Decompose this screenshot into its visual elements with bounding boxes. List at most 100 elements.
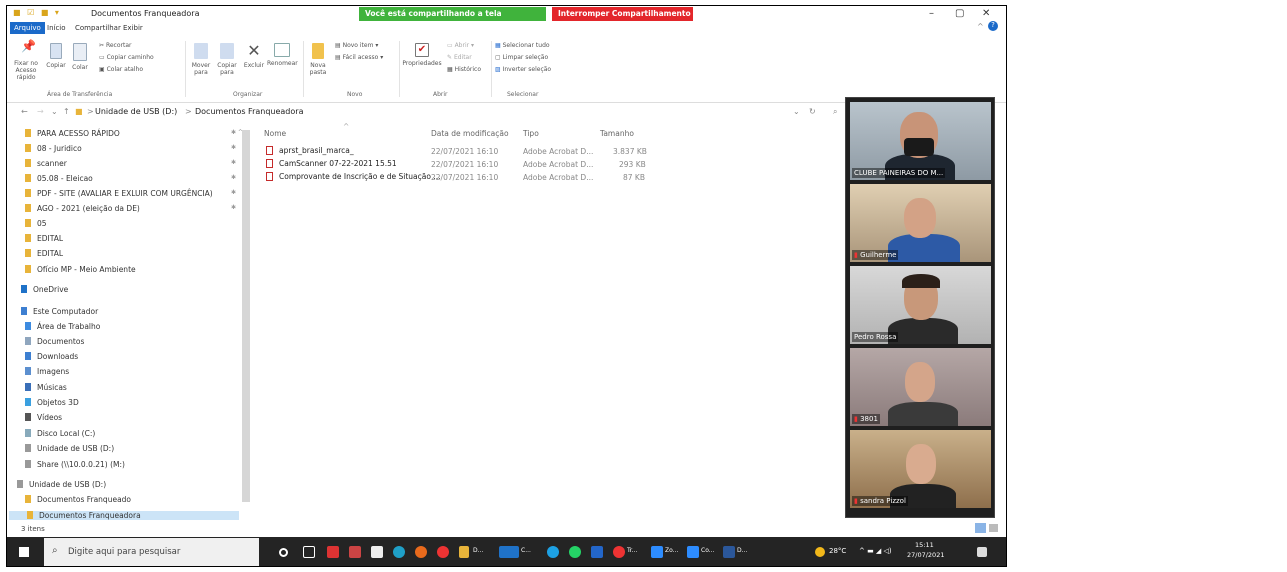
- new-folder-button[interactable]: Nova pasta: [307, 43, 329, 76]
- windows-start-icon[interactable]: [19, 547, 29, 557]
- easy-access-button[interactable]: ▤ Fácil acesso ▾: [335, 54, 383, 61]
- taskbar-app-label[interactable]: C...: [521, 547, 531, 554]
- breadcrumb-drive[interactable]: Unidade de USB (D:): [95, 107, 177, 116]
- edit-button[interactable]: ✎ Editar: [447, 54, 472, 61]
- copy-button[interactable]: Copiar: [45, 43, 67, 69]
- nav-item[interactable]: Documentos Franqueadora: [9, 511, 239, 520]
- nav-item[interactable]: Downloads: [25, 352, 78, 361]
- nav-item[interactable]: Share (\\10.0.0.21) (M:): [25, 460, 125, 469]
- nav-item[interactable]: PARA ACESSO RÁPIDO: [25, 129, 120, 138]
- delete-button[interactable]: ✕ Excluir: [243, 43, 265, 70]
- nav-item[interactable]: 05.08 - Eleicao: [25, 174, 93, 183]
- video-tile[interactable]: Pedro Rossa: [850, 266, 991, 344]
- refresh-icon[interactable]: ↻: [809, 107, 816, 116]
- nav-item[interactable]: 05: [25, 219, 47, 228]
- file-row[interactable]: Comprovante de Inscrição e de Situação .…: [266, 172, 440, 181]
- app-icon-office[interactable]: [349, 546, 361, 558]
- taskbar-search-box[interactable]: ⌕ Digite aqui para pesquisar: [44, 538, 259, 566]
- chrome-icon[interactable]: [437, 546, 449, 558]
- whatsapp-icon[interactable]: [569, 546, 581, 558]
- pin-icon[interactable]: ✱: [231, 159, 236, 166]
- close-button[interactable]: ✕: [982, 8, 990, 19]
- new-item-button[interactable]: ▤ Novo item ▾: [335, 42, 378, 49]
- select-all-button[interactable]: ▦ Selecionar tudo: [495, 42, 550, 49]
- paste-button[interactable]: Colar: [69, 43, 91, 71]
- nav-item[interactable]: scanner: [25, 159, 67, 168]
- clock-date[interactable]: 27/07/2021: [907, 551, 944, 559]
- taskbar-app-label[interactable]: D...: [737, 547, 747, 554]
- breadcrumb-folder[interactable]: Documentos Franqueadora: [195, 107, 303, 116]
- nav-item[interactable]: Músicas: [25, 383, 67, 392]
- nav-item[interactable]: Unidade de USB (D:): [25, 444, 114, 453]
- pin-icon[interactable]: ✱: [231, 174, 236, 181]
- details-view-icon[interactable]: [975, 523, 986, 533]
- back-arrow-icon[interactable]: ←: [21, 107, 28, 116]
- collapse-ribbon-icon[interactable]: ^: [977, 22, 984, 31]
- nav-item[interactable]: Este Computador: [21, 307, 98, 316]
- history-button[interactable]: ▦ Histórico: [447, 66, 481, 73]
- taskbar-app-label[interactable]: Zo...: [665, 547, 678, 554]
- nav-item[interactable]: OneDrive: [21, 285, 68, 294]
- app-icon-blue[interactable]: [591, 546, 603, 558]
- nav-item[interactable]: Imagens: [25, 367, 69, 376]
- column-size[interactable]: Tamanho: [600, 129, 634, 138]
- outlook-icon[interactable]: [499, 546, 519, 558]
- nav-item[interactable]: Documentos Franqueado: [25, 495, 131, 504]
- video-tile[interactable]: ▮ Guilherme: [850, 184, 991, 262]
- properties-button[interactable]: ✔ Propriedades: [401, 43, 443, 67]
- nav-item[interactable]: 08 - Juridico: [25, 144, 82, 153]
- store-icon[interactable]: [371, 546, 383, 558]
- up-arrow-icon[interactable]: ↑: [63, 107, 70, 116]
- file-explorer-icon[interactable]: [459, 546, 469, 558]
- weather-temperature[interactable]: 28°C: [829, 547, 846, 555]
- nav-item[interactable]: Documentos: [25, 337, 84, 346]
- clock-time[interactable]: 15:11: [915, 541, 934, 549]
- tab-compartilhar[interactable]: Compartilhar: [71, 22, 125, 34]
- nav-item[interactable]: Área de Trabalho: [25, 322, 100, 331]
- skype-icon[interactable]: [547, 546, 559, 558]
- cut-button[interactable]: ✂ Recortar: [99, 42, 131, 49]
- select-none-button[interactable]: ▢ Limpar seleção: [495, 54, 548, 61]
- nav-item[interactable]: Disco Local (C:): [25, 429, 95, 438]
- pin-icon[interactable]: ✱: [231, 189, 236, 196]
- nav-item[interactable]: Vídeos: [25, 413, 62, 422]
- nav-item[interactable]: EDITAL: [25, 234, 63, 243]
- forward-arrow-icon[interactable]: →: [37, 107, 44, 116]
- stop-sharing-button[interactable]: Interromper Compartilhamento: [552, 7, 693, 21]
- nav-item[interactable]: EDITAL: [25, 249, 63, 258]
- taskbar-app-label[interactable]: Co...: [701, 547, 714, 554]
- recent-chevron-icon[interactable]: ⌄: [51, 107, 58, 116]
- file-row[interactable]: aprst_brasil_marca_: [266, 146, 354, 155]
- firefox-icon[interactable]: [415, 546, 427, 558]
- tab-arquivo[interactable]: Arquivo: [10, 22, 45, 34]
- nav-item[interactable]: PDF - SITE (AVALIAR E EXLUIR COM URGÊNCI…: [25, 189, 213, 198]
- pin-quick-access-button[interactable]: 📌 Fixar no Acesso rápido: [11, 40, 41, 81]
- tab-inicio[interactable]: Início: [43, 22, 70, 34]
- column-type[interactable]: Tipo: [523, 129, 539, 138]
- paste-shortcut-button[interactable]: ▣ Colar atalho: [99, 66, 143, 73]
- app-icon-red[interactable]: [327, 546, 339, 558]
- rename-button[interactable]: Renomear: [267, 43, 298, 67]
- task-view-icon[interactable]: [303, 546, 315, 558]
- chrome-icon[interactable]: [613, 546, 625, 558]
- copy-to-button[interactable]: Copiar para: [215, 43, 239, 76]
- notifications-icon[interactable]: [977, 547, 987, 557]
- tray-icons[interactable]: ^ ▬ ◢ ◁): [859, 547, 892, 555]
- copy-path-button[interactable]: ▭ Copiar caminho: [99, 54, 154, 61]
- cortana-icon[interactable]: [279, 548, 288, 557]
- nav-item[interactable]: Objetos 3D: [25, 398, 79, 407]
- quick-access-toolbar[interactable]: ■ ☑ ■ ▾: [13, 8, 61, 17]
- pin-icon[interactable]: ✱: [231, 144, 236, 151]
- help-icon[interactable]: ?: [988, 21, 998, 31]
- file-row[interactable]: CamScanner 07-22-2021 15.51: [266, 159, 397, 168]
- taskbar-app-label[interactable]: Tr...: [627, 547, 637, 554]
- pin-icon[interactable]: ✱: [231, 204, 236, 211]
- minimize-button[interactable]: –: [929, 8, 934, 19]
- zoom-icon[interactable]: [687, 546, 699, 558]
- address-dropdown-icon[interactable]: ⌄: [793, 107, 800, 116]
- search-icon[interactable]: ⌕: [833, 107, 837, 117]
- nav-item[interactable]: AGO - 2021 (eleição da DE): [25, 204, 140, 213]
- invert-selection-button[interactable]: ▨ Inverter seleção: [495, 66, 551, 73]
- video-tile[interactable]: ▮ sandra Pizzol: [850, 430, 991, 508]
- nav-scrollbar[interactable]: [242, 130, 250, 502]
